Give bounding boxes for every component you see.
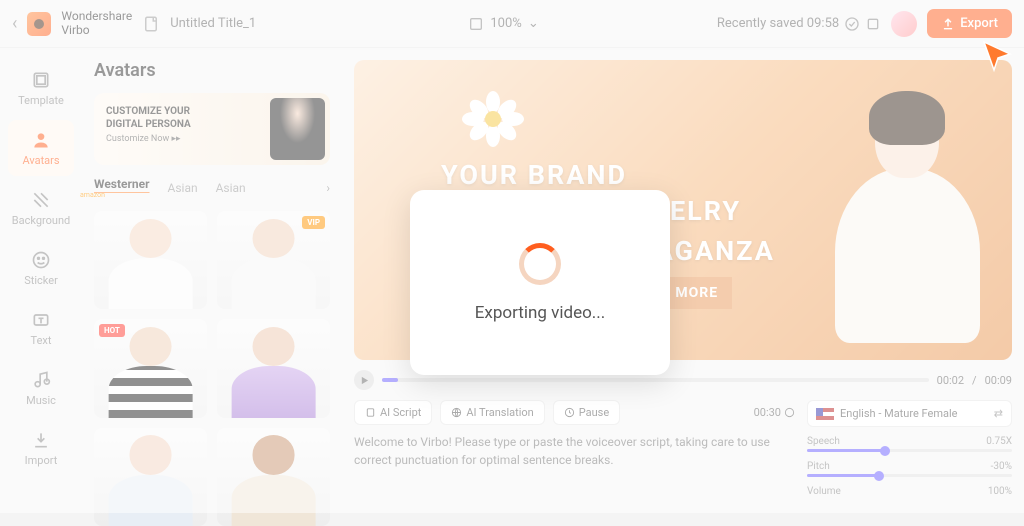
modal-text: Exporting video...: [475, 303, 605, 323]
cursor-pointer-overlay: [980, 38, 1016, 74]
spinner-icon: [519, 243, 561, 285]
export-modal: Exporting video...: [410, 190, 670, 375]
